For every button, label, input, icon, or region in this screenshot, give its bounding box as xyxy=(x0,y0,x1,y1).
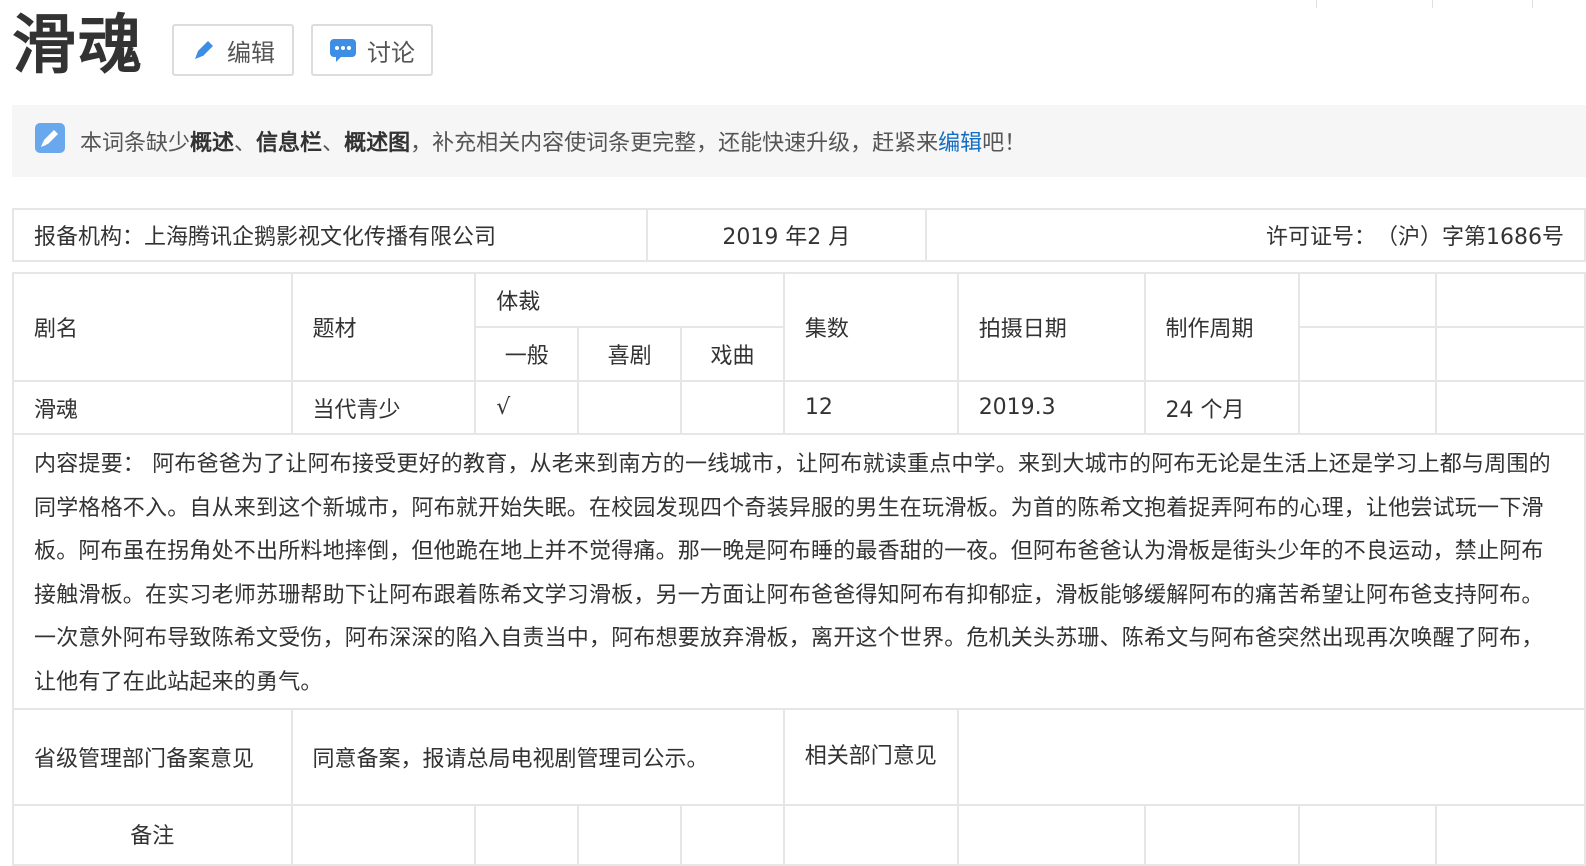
header-episodes: 集数 xyxy=(782,272,959,382)
empty-cell xyxy=(290,804,477,866)
cell-theme: 当代青少 xyxy=(290,380,477,435)
pencil-icon xyxy=(191,37,217,63)
content-summary: 内容提要： 阿布爸爸为了让阿布接受更好的教育，从老来到南方的一线城市，让阿布就读… xyxy=(12,433,1586,710)
header-genre: 体裁 xyxy=(474,272,785,328)
notice-missing-infobox: 信息栏 xyxy=(256,131,323,156)
header-name: 剧名 xyxy=(12,272,293,382)
department-opinion-label: 相关部门意见 xyxy=(782,708,959,806)
notice-suffix: 吧！ xyxy=(982,131,1027,156)
header-shoot-date: 拍摄日期 xyxy=(956,272,1146,382)
empty-cell xyxy=(1298,272,1438,328)
notice-edit-link[interactable]: 编辑 xyxy=(938,125,982,157)
edit-note-icon xyxy=(34,122,66,160)
notice-separator: 、 xyxy=(322,131,345,156)
empty-cell xyxy=(1435,326,1586,382)
filing-date: 2019 年2 月 xyxy=(645,208,928,262)
empty-cell xyxy=(577,804,683,866)
page-title: 滑魂 xyxy=(12,9,144,83)
edit-button-label: 编辑 xyxy=(227,38,275,67)
header-genre-general: 一般 xyxy=(474,326,580,382)
chat-bubble-icon xyxy=(329,37,357,63)
provincial-opinion-value: 同意备案，报请总局电视剧管理司公示。 xyxy=(290,708,785,806)
empty-cell xyxy=(782,804,959,866)
header-theme: 题材 xyxy=(290,272,477,382)
filing-org: 报备机构：上海腾讯企鹅影视文化传播有限公司 xyxy=(12,208,648,262)
notice-missing-summary: 概述 xyxy=(190,131,235,156)
notice-prefix: 本词条缺少 xyxy=(80,131,191,156)
header-production-period: 制作周期 xyxy=(1143,272,1301,382)
header-genre-opera: 戏曲 xyxy=(680,326,785,382)
empty-cell xyxy=(1298,326,1438,382)
filing-info-bar: 报备机构：上海腾讯企鹅影视文化传播有限公司 2019 年2 月 许可证号： （沪… xyxy=(12,208,1586,262)
drama-filing-table: 剧名 题材 体裁 集数 拍摄日期 制作周期 一般 喜剧 戏曲 滑魂 当代青少 √… xyxy=(12,272,1586,866)
empty-cell xyxy=(1435,272,1586,328)
discuss-button-label: 讨论 xyxy=(367,38,415,67)
cell-episodes: 12 xyxy=(782,380,959,435)
top-divider-line xyxy=(1316,0,1317,8)
empty-cell xyxy=(1435,380,1586,435)
title-row: 滑魂 xyxy=(12,6,144,86)
department-opinion-value xyxy=(956,708,1586,806)
edit-button[interactable]: 编辑 xyxy=(172,24,294,76)
notice-separator: 、 xyxy=(234,131,257,156)
empty-cell xyxy=(474,804,580,866)
empty-cell xyxy=(1298,380,1438,435)
cell-production-period: 24 个月 xyxy=(1143,380,1301,435)
cell-name: 滑魂 xyxy=(12,380,293,435)
missing-content-notice: 本词条缺少 概述、信息栏、概述图 ，补充相关内容使词条更完整，还能快速升级，赶紧来编… xyxy=(12,105,1586,177)
empty-cell xyxy=(1143,804,1301,866)
top-divider-line xyxy=(1432,0,1433,8)
notice-middle: ，补充相关内容使词条更完整，还能快速升级，赶紧来 xyxy=(410,131,939,156)
cell-genre-general: √ xyxy=(474,380,580,435)
remarks-label: 备注 xyxy=(12,804,293,866)
cell-genre-opera xyxy=(680,380,785,435)
header-genre-comedy: 喜剧 xyxy=(577,326,683,382)
empty-cell xyxy=(680,804,785,866)
provincial-opinion-label: 省级管理部门备案意见 xyxy=(12,708,293,806)
empty-cell xyxy=(956,804,1146,866)
empty-cell xyxy=(1298,804,1438,866)
empty-cell xyxy=(1435,804,1586,866)
discuss-button[interactable]: 讨论 xyxy=(311,24,433,76)
license-number: 许可证号： （沪）字第1686号 xyxy=(925,208,1586,262)
notice-missing-image: 概述图 xyxy=(344,131,411,156)
cell-genre-comedy xyxy=(577,380,683,435)
top-divider-line xyxy=(1532,0,1533,8)
cell-shoot-date: 2019.3 xyxy=(956,380,1146,435)
table-row: 滑魂 当代青少 √ 12 2019.3 24 个月 xyxy=(12,380,1586,435)
